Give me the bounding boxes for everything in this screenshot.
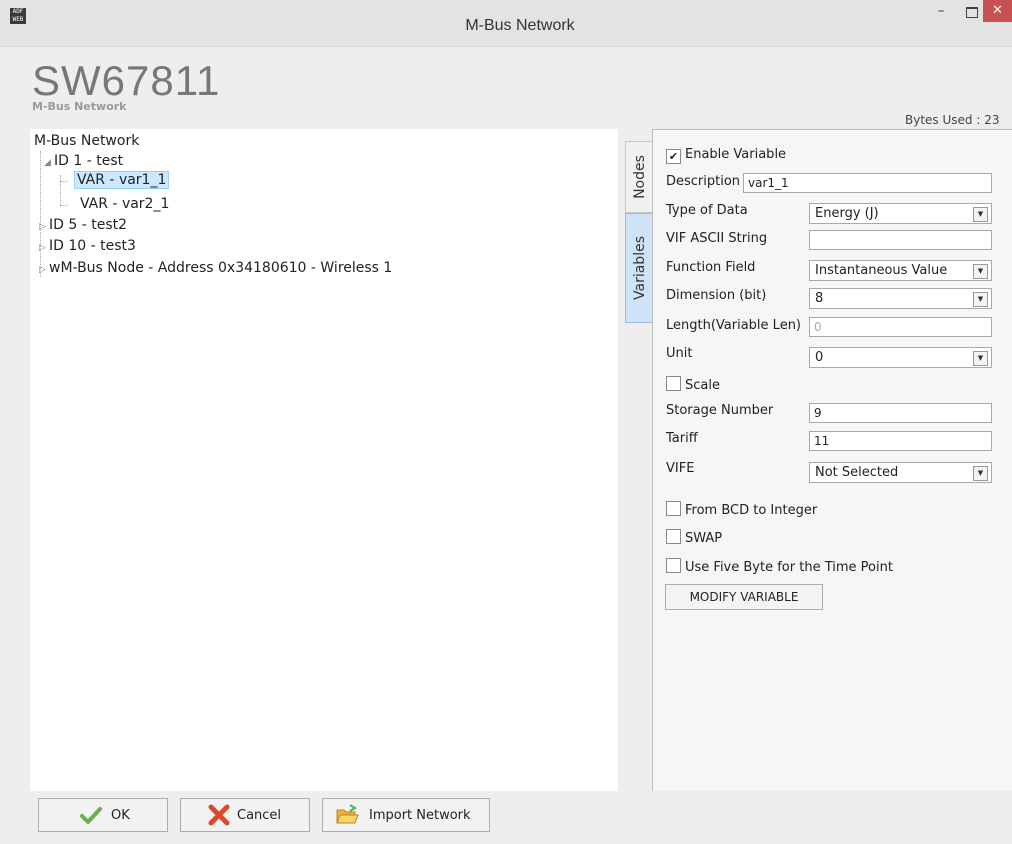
type-of-data-select[interactable]: Energy (J) ▼ xyxy=(809,203,992,224)
dimension-label: Dimension (bit) xyxy=(666,288,767,303)
variable-form: ✔ Enable Variable Description var1_1 Type… xyxy=(652,129,1012,793)
description-input[interactable]: var1_1 xyxy=(743,173,992,193)
description-label: Description xyxy=(666,174,741,189)
function-field-select[interactable]: Instantaneous Value ▼ xyxy=(809,260,992,281)
tree-node-wmbus[interactable]: ▷ wM-Bus Node - Address 0x34180610 - Wire… xyxy=(39,260,392,276)
collapsed-arrow-icon[interactable]: ▷ xyxy=(39,265,49,275)
bytes-used-label: Bytes Used : 23 xyxy=(905,113,1000,127)
tree-guide-line xyxy=(60,181,68,182)
storage-number-label: Storage Number xyxy=(666,403,774,418)
folder-open-icon xyxy=(336,804,359,824)
tree-root[interactable]: M-Bus Network xyxy=(34,133,139,149)
tree-guide-line xyxy=(60,205,68,206)
tab-variables[interactable]: Variables xyxy=(625,213,654,323)
product-title: SW67811 xyxy=(32,57,221,104)
app-window: ADF WEB M-Bus Network – ✕ SW67811 M-Bus N… xyxy=(0,0,1012,844)
maximize-icon xyxy=(966,7,978,18)
vif-ascii-input[interactable] xyxy=(809,230,992,250)
type-of-data-label: Type of Data xyxy=(666,203,748,218)
scale-checkbox[interactable]: Scale xyxy=(666,376,720,393)
dropdown-arrow-icon[interactable]: ▼ xyxy=(973,466,988,481)
tree-var-var2-1[interactable]: VAR - var2_1 xyxy=(80,196,169,212)
vertical-tabs: Nodes Variables xyxy=(625,129,654,325)
dropdown-arrow-icon[interactable]: ▼ xyxy=(973,264,988,279)
dimension-select[interactable]: 8 ▼ xyxy=(809,288,992,309)
dropdown-arrow-icon[interactable]: ▼ xyxy=(973,351,988,366)
window-title: M-Bus Network xyxy=(465,17,575,34)
cancel-button[interactable]: Cancel xyxy=(180,798,310,832)
storage-number-input[interactable]: 9 xyxy=(809,403,992,423)
network-tree[interactable]: M-Bus Network ◢ ID 1 - test VAR - var1_1 … xyxy=(30,129,618,791)
tab-nodes[interactable]: Nodes xyxy=(625,141,654,213)
vife-select[interactable]: Not Selected ▼ xyxy=(809,462,992,483)
close-icon: ✕ xyxy=(992,3,1003,18)
import-network-button[interactable]: Import Network xyxy=(322,798,490,832)
title-bar: ADF WEB M-Bus Network – ✕ xyxy=(0,0,1012,47)
enable-variable-checkbox[interactable]: ✔ Enable Variable xyxy=(666,147,786,164)
length-input[interactable]: 0 xyxy=(809,317,992,337)
five-byte-checkbox[interactable]: Use Five Byte for the Time Point xyxy=(666,558,893,575)
tree-guide-line xyxy=(60,175,61,205)
checkmark-icon xyxy=(80,807,102,824)
vif-ascii-label: VIF ASCII String xyxy=(666,231,768,246)
dropdown-arrow-icon[interactable]: ▼ xyxy=(973,292,988,307)
cancel-x-icon xyxy=(208,804,230,826)
bcd-checkbox[interactable]: From BCD to Integer xyxy=(666,501,817,518)
tree-node-id5[interactable]: ▷ ID 5 - test2 xyxy=(39,217,127,233)
tree-node-id10[interactable]: ▷ ID 10 - test3 xyxy=(39,238,136,254)
minimize-button[interactable]: – xyxy=(926,0,956,24)
tree-var-var1-1[interactable]: VAR - var1_1 xyxy=(74,171,170,189)
function-field-label: Function Field xyxy=(666,260,756,275)
vife-label: VIFE xyxy=(666,461,695,476)
swap-checkbox[interactable]: SWAP xyxy=(666,529,722,546)
tariff-label: Tariff xyxy=(666,431,698,446)
expanded-arrow-icon[interactable]: ◢ xyxy=(44,158,54,168)
dropdown-arrow-icon[interactable]: ▼ xyxy=(973,207,988,222)
unit-select[interactable]: 0 ▼ xyxy=(809,347,992,368)
length-label: Length(Variable Len) xyxy=(666,318,802,333)
tree-node-id1[interactable]: ◢ ID 1 - test xyxy=(44,153,123,169)
unit-label: Unit xyxy=(666,346,693,361)
ok-button[interactable]: OK xyxy=(38,798,168,832)
tariff-input[interactable]: 11 xyxy=(809,431,992,451)
modify-variable-button[interactable]: MODIFY VARIABLE xyxy=(665,584,823,610)
minimize-icon: – xyxy=(937,3,945,19)
tree-guide-line xyxy=(40,151,41,277)
checkmark-icon[interactable]: ✔ xyxy=(666,149,681,164)
collapsed-arrow-icon[interactable]: ▷ xyxy=(39,222,49,232)
close-button[interactable]: ✕ xyxy=(983,0,1012,22)
product-subtitle: M-Bus Network xyxy=(32,100,127,113)
maximize-button[interactable] xyxy=(956,0,986,24)
collapsed-arrow-icon[interactable]: ▷ xyxy=(39,243,49,253)
